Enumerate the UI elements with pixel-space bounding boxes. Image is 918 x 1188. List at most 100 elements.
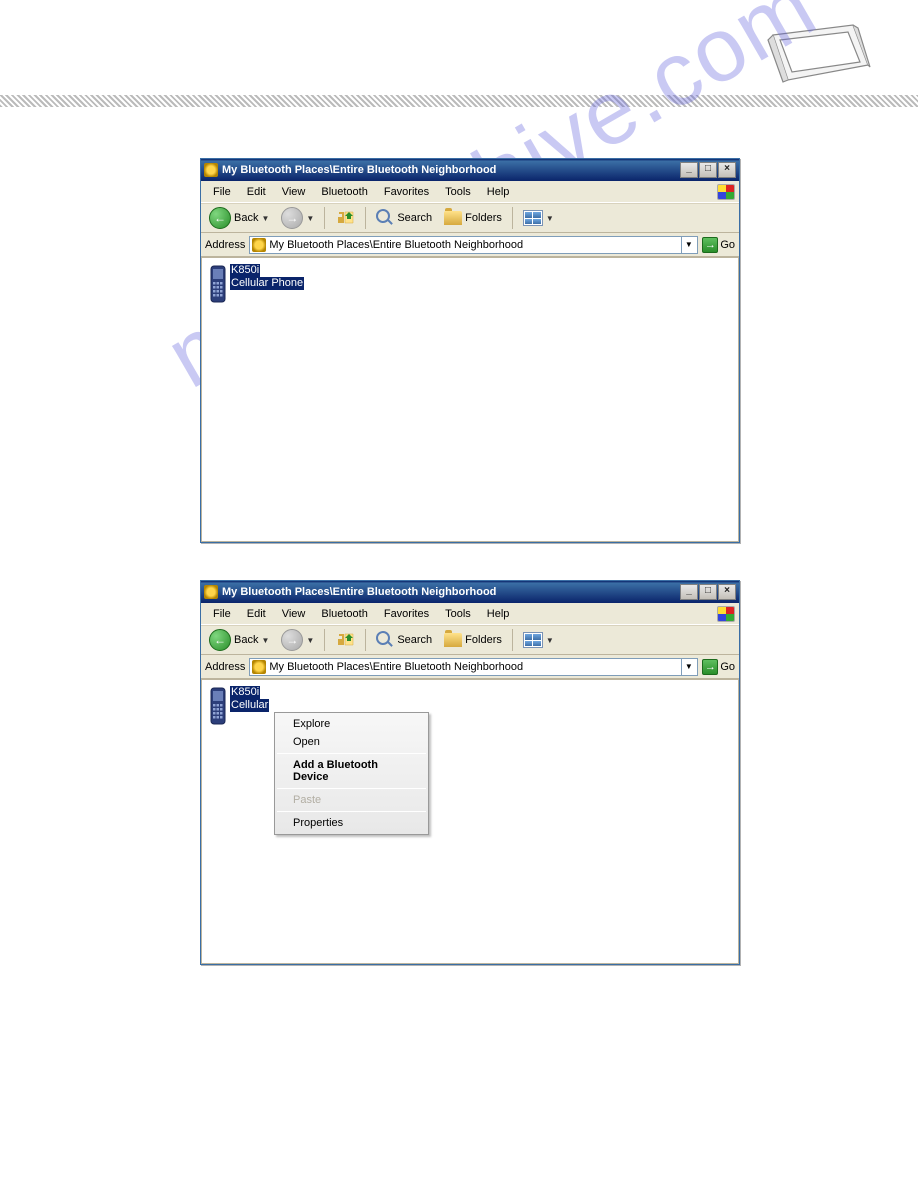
menu-help[interactable]: Help — [479, 606, 518, 622]
folders-button[interactable]: Folders — [440, 631, 506, 649]
go-arrow-icon: → — [702, 237, 718, 253]
chevron-down-icon: ▼ — [306, 214, 314, 223]
menu-view[interactable]: View — [274, 606, 314, 622]
address-label: Address — [205, 661, 245, 673]
maximize-button[interactable]: □ — [699, 584, 717, 600]
address-input[interactable]: My Bluetooth Places\Entire Bluetooth Nei… — [249, 658, 698, 676]
toolbar: ← Back ▼ → ▼ Search Folders — [201, 625, 739, 655]
context-menu-explore[interactable]: Explore — [275, 715, 428, 733]
folders-label: Folders — [465, 212, 502, 224]
chevron-down-icon: ▼ — [261, 636, 269, 645]
toolbar-separator — [512, 629, 513, 651]
phone-icon — [208, 686, 228, 726]
address-input[interactable]: My Bluetooth Places\Entire Bluetooth Nei… — [249, 236, 698, 254]
go-label: Go — [720, 239, 735, 251]
titlebar[interactable]: My Bluetooth Places\Entire Bluetooth Nei… — [201, 581, 739, 603]
address-value: My Bluetooth Places\Entire Bluetooth Nei… — [269, 661, 523, 673]
minimize-button[interactable]: _ — [680, 162, 698, 178]
windows-xp-logo-icon — [717, 184, 735, 200]
search-label: Search — [397, 634, 432, 646]
folders-button[interactable]: Folders — [440, 209, 506, 227]
forward-arrow-icon: → — [281, 629, 303, 651]
menu-favorites[interactable]: Favorites — [376, 606, 437, 622]
titlebar-buttons: _ □ × — [680, 584, 736, 600]
rugged-tablet-illustration — [758, 20, 878, 90]
menu-bluetooth[interactable]: Bluetooth — [313, 606, 375, 622]
chevron-down-icon: ▼ — [546, 636, 554, 645]
back-label: Back — [234, 634, 258, 646]
address-dropdown[interactable]: ▼ — [681, 237, 695, 253]
window-title: My Bluetooth Places\Entire Bluetooth Nei… — [222, 586, 680, 598]
menu-file[interactable]: File — [205, 184, 239, 200]
menu-help[interactable]: Help — [479, 184, 518, 200]
context-menu-open[interactable]: Open — [275, 733, 428, 751]
close-button[interactable]: × — [718, 584, 736, 600]
menu-tools[interactable]: Tools — [437, 606, 479, 622]
up-button[interactable] — [331, 628, 359, 652]
context-menu-add-device[interactable]: Add a Bluetooth Device — [275, 756, 428, 786]
device-name: K850i — [230, 686, 260, 699]
forward-button[interactable]: → ▼ — [277, 627, 318, 653]
menu-favorites[interactable]: Favorites — [376, 184, 437, 200]
search-icon — [376, 631, 394, 649]
address-value: My Bluetooth Places\Entire Bluetooth Nei… — [269, 239, 523, 251]
close-button[interactable]: × — [718, 162, 736, 178]
bluetooth-places-icon — [204, 163, 218, 177]
chevron-down-icon: ▼ — [261, 214, 269, 223]
explorer-window-1: My Bluetooth Places\Entire Bluetooth Nei… — [200, 158, 740, 543]
toolbar-separator — [365, 207, 366, 229]
menubar: File Edit View Bluetooth Favorites Tools… — [201, 181, 739, 203]
up-folder-icon — [335, 208, 355, 228]
toolbar: ← Back ▼ → ▼ Search Folders — [201, 203, 739, 233]
go-button[interactable]: → Go — [702, 658, 735, 676]
phone-icon — [208, 264, 228, 304]
toolbar-separator — [512, 207, 513, 229]
address-label: Address — [205, 239, 245, 251]
menu-edit[interactable]: Edit — [239, 606, 274, 622]
addressbar: Address My Bluetooth Places\Entire Bluet… — [201, 655, 739, 679]
menu-file[interactable]: File — [205, 606, 239, 622]
menu-bluetooth[interactable]: Bluetooth — [313, 184, 375, 200]
menubar: File Edit View Bluetooth Favorites Tools… — [201, 603, 739, 625]
context-menu-properties[interactable]: Properties — [275, 814, 428, 832]
device-type: Cellular Phone — [230, 277, 304, 290]
forward-button[interactable]: → ▼ — [277, 205, 318, 231]
search-button[interactable]: Search — [372, 629, 436, 651]
forward-arrow-icon: → — [281, 207, 303, 229]
maximize-button[interactable]: □ — [699, 162, 717, 178]
views-button[interactable]: ▼ — [519, 630, 558, 650]
go-label: Go — [720, 661, 735, 673]
back-button[interactable]: ← Back ▼ — [205, 627, 273, 653]
folder-icon — [444, 211, 462, 225]
toolbar-separator — [324, 629, 325, 651]
address-dropdown[interactable]: ▼ — [681, 659, 695, 675]
go-button[interactable]: → Go — [702, 236, 735, 254]
folder-icon — [444, 633, 462, 647]
context-menu-paste: Paste — [275, 791, 428, 809]
bluetooth-places-icon — [252, 238, 266, 252]
toolbar-separator — [365, 629, 366, 651]
views-button[interactable]: ▼ — [519, 208, 558, 228]
up-button[interactable] — [331, 206, 359, 230]
chevron-down-icon: ▼ — [306, 636, 314, 645]
back-button[interactable]: ← Back ▼ — [205, 205, 273, 231]
hatch-divider — [0, 95, 918, 107]
windows-xp-logo-icon — [717, 606, 735, 622]
device-name: K850i — [230, 264, 260, 277]
context-menu-separator — [277, 788, 426, 789]
menu-edit[interactable]: Edit — [239, 184, 274, 200]
context-menu-separator — [277, 753, 426, 754]
content-area: K850i Cellular Explore Open Add a Blueto… — [201, 679, 739, 964]
views-icon — [523, 210, 543, 226]
chevron-down-icon: ▼ — [546, 214, 554, 223]
content-area: K850i Cellular Phone — [201, 257, 739, 542]
menu-view[interactable]: View — [274, 184, 314, 200]
explorer-window-2: My Bluetooth Places\Entire Bluetooth Nei… — [200, 580, 740, 965]
minimize-button[interactable]: _ — [680, 584, 698, 600]
search-button[interactable]: Search — [372, 207, 436, 229]
titlebar[interactable]: My Bluetooth Places\Entire Bluetooth Nei… — [201, 159, 739, 181]
folders-label: Folders — [465, 634, 502, 646]
menu-tools[interactable]: Tools — [437, 184, 479, 200]
titlebar-buttons: _ □ × — [680, 162, 736, 178]
device-item[interactable]: K850i Cellular Phone — [208, 264, 318, 304]
